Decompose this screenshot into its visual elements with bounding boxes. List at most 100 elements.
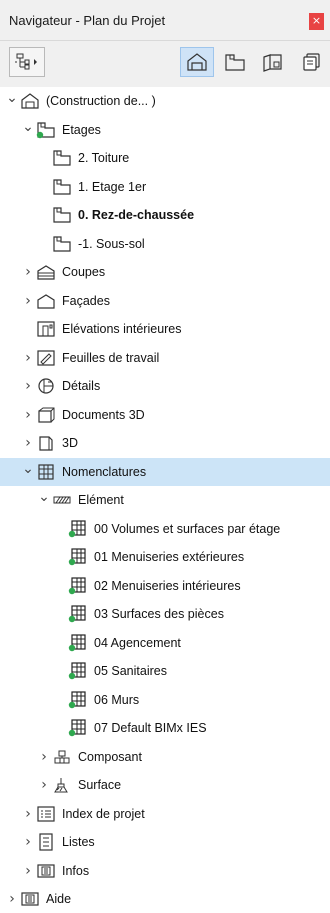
- tree-item-0-rez-de-chaussee[interactable]: 0. Rez-de-chaussée: [0, 201, 330, 229]
- tree-item-label: Aide: [46, 892, 72, 906]
- status-dot: [68, 530, 76, 537]
- chevron-right-icon[interactable]: ›: [6, 885, 18, 913]
- tree-item-2-toiture[interactable]: 2. Toiture: [0, 144, 330, 172]
- tree-item-feuilles-de-travail[interactable]: › Feuilles de travail: [0, 344, 330, 372]
- chevron-down-icon[interactable]: ⌄: [22, 458, 34, 486]
- layout-book-icon: [263, 54, 282, 72]
- navigator-menu-icon: [15, 53, 37, 70]
- status-dot: [68, 672, 76, 680]
- tree-item-01-menuiseries-exterieures[interactable]: 01 Menuiseries extérieures: [0, 543, 330, 571]
- tree-item-label: 1. Etage 1er: [78, 179, 147, 194]
- chevron-right-icon[interactable]: ›: [22, 372, 34, 400]
- tree-item-label: Elément: [78, 493, 124, 507]
- tree-item-00-volumes-et-surfaces-par-etage[interactable]: 00 Volumes et surfaces par étage: [0, 515, 330, 543]
- tree-item-label: Façades: [62, 293, 110, 308]
- tree-item-index-de-projet[interactable]: › Index de projet: [0, 800, 330, 828]
- info-icon: [36, 862, 56, 880]
- tree-item-label: Index de projet: [62, 806, 145, 821]
- project-index-icon: [36, 805, 56, 823]
- tree-item-label: 2. Toiture: [78, 151, 130, 165]
- tree-item-02-menuiseries-interieures[interactable]: 02 Menuiseries intérieures: [0, 572, 330, 600]
- tree-item-05-sanitaires[interactable]: 05 Sanitaires: [0, 657, 330, 685]
- schedule-icon: [68, 548, 88, 566]
- worksheets-icon: [36, 349, 56, 367]
- tree-item-03-surfaces-des-pieces[interactable]: 03 Surfaces des pièces: [0, 600, 330, 628]
- view-map-icon: [225, 54, 245, 71]
- tree-item-coupes[interactable]: › Coupes: [0, 258, 330, 286]
- sections-icon: [36, 263, 56, 281]
- tree-item-facades[interactable]: › Façades: [0, 287, 330, 315]
- story-icon: [52, 149, 72, 167]
- tree-item-label: (Construction de... ): [46, 94, 156, 108]
- chevron-right-icon[interactable]: ›: [22, 258, 34, 286]
- title-bar: Navigateur - Plan du Projet ×: [0, 0, 330, 41]
- tree-item-1-etage-1er[interactable]: 1. Etage 1er: [0, 173, 330, 201]
- tree-item-infos[interactable]: › Infos: [0, 857, 330, 885]
- navigator-menu-button[interactable]: [9, 47, 45, 77]
- tree-item-construction-de[interactable]: ⌄ (Construction de... ): [0, 87, 330, 115]
- tree-item-label: -1. Sous-sol: [78, 236, 145, 251]
- status-dot: [68, 587, 76, 594]
- tree-item-label: 07 Default BIMx IES: [94, 721, 207, 735]
- chevron-right-icon[interactable]: ›: [22, 429, 34, 457]
- tree-item-label: Nomenclatures: [62, 464, 147, 479]
- status-dot: [36, 131, 44, 138]
- story-icon: [52, 178, 72, 196]
- tree-item-aide[interactable]: › Aide: [0, 885, 330, 913]
- view-map-button[interactable]: [218, 47, 252, 77]
- tree-item-label: 0. Rez-de-chaussée: [78, 208, 195, 222]
- chevron-right-icon[interactable]: ›: [38, 771, 50, 799]
- tree-item-3d[interactable]: › 3D: [0, 429, 330, 457]
- tree-item-nomenclatures[interactable]: ⌄ Nomenclatures: [0, 457, 330, 486]
- publisher-sets-button[interactable]: [294, 47, 328, 77]
- tree-item-documents-3d[interactable]: › Documents 3D: [0, 401, 330, 429]
- tree-item-label: 04 Agencement: [94, 635, 181, 650]
- tree-item-label: Elévations intérieures: [62, 322, 182, 336]
- schedule-icon: [68, 690, 88, 709]
- schedule-icon: [68, 576, 88, 595]
- chevron-right-icon[interactable]: ›: [38, 743, 50, 771]
- schedule-icon: [68, 719, 88, 737]
- tree-item-04-agencement[interactable]: 04 Agencement: [0, 629, 330, 657]
- chevron-down-icon[interactable]: ⌄: [38, 486, 50, 514]
- tree-item-1-sous-sol[interactable]: -1. Sous-sol: [0, 230, 330, 258]
- window-title: Navigateur - Plan du Projet: [9, 13, 166, 28]
- tree-item-07-default-bimx-ies[interactable]: 07 Default BIMx IES: [0, 714, 330, 742]
- chevron-right-icon[interactable]: ›: [22, 800, 34, 828]
- schedule-icon: [68, 633, 88, 652]
- publisher-sets-icon: [303, 53, 320, 71]
- interior-elevations-icon: [36, 320, 56, 338]
- schedule-icon: [68, 519, 88, 538]
- tree-item-element[interactable]: ⌄ Elément: [0, 486, 330, 514]
- tree-item-listes[interactable]: › Listes: [0, 828, 330, 856]
- tree-item-label: 02 Menuiseries intérieures: [94, 578, 241, 593]
- close-button[interactable]: ×: [309, 13, 324, 30]
- layout-book-button[interactable]: [256, 47, 290, 77]
- lists-icon: [36, 833, 56, 851]
- elevations-icon: [36, 292, 56, 310]
- chevron-right-icon[interactable]: ›: [22, 287, 34, 315]
- project-map-button[interactable]: [180, 47, 214, 77]
- tree-item-details[interactable]: › Détails: [0, 372, 330, 400]
- chevron-right-icon[interactable]: ›: [22, 401, 34, 429]
- chevron-right-icon[interactable]: ›: [22, 828, 34, 856]
- tree-item-label: 3D: [62, 436, 78, 450]
- schedule-icon: [68, 662, 88, 680]
- tree-item-surface[interactable]: › Surface: [0, 771, 330, 799]
- help-icon: [20, 890, 40, 908]
- chevron-down-icon[interactable]: ⌄: [22, 116, 34, 144]
- tree-item-label: Infos: [62, 863, 90, 878]
- tree-item-label: Coupes: [62, 265, 106, 279]
- tree-item-label: 03 Surfaces des pièces: [94, 607, 224, 621]
- tree-item-composant[interactable]: › Composant: [0, 743, 330, 771]
- tree-item-label: Documents 3D: [62, 407, 145, 422]
- chevron-right-icon[interactable]: ›: [22, 857, 34, 885]
- chevron-right-icon[interactable]: ›: [22, 344, 34, 372]
- schedules-icon: [36, 463, 56, 481]
- tree-item-06-murs[interactable]: 06 Murs: [0, 686, 330, 714]
- details-icon: [36, 377, 56, 395]
- component-icon: [52, 748, 72, 766]
- tree-item-elevations-interieures[interactable]: Elévations intérieures: [0, 315, 330, 343]
- chevron-down-icon[interactable]: ⌄: [6, 87, 18, 115]
- tree-item-etages[interactable]: ⌄ Etages: [0, 116, 330, 144]
